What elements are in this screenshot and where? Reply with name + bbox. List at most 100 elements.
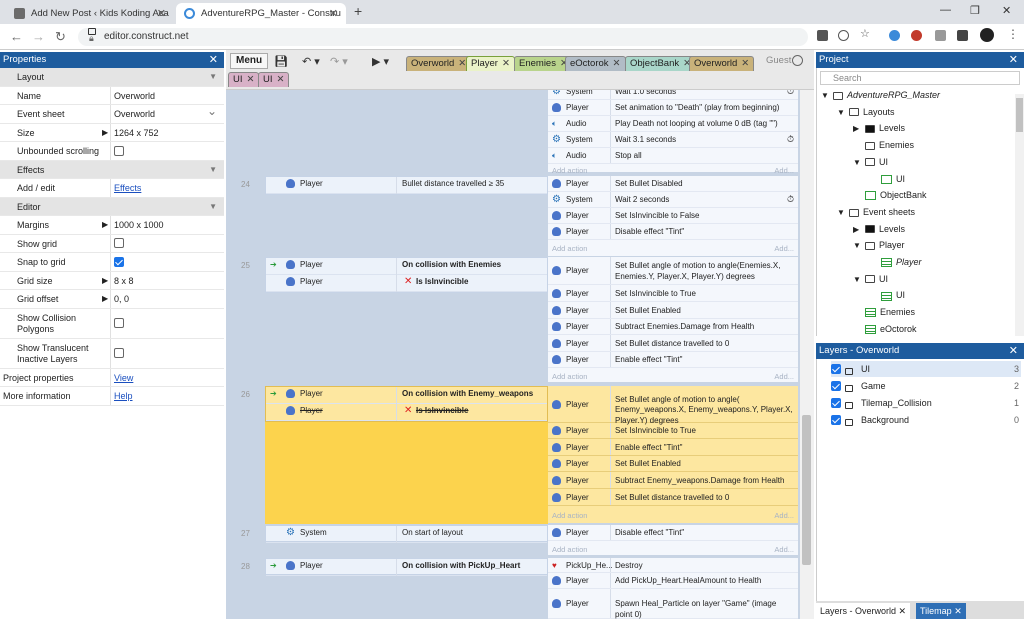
action-row[interactable]: Player Set IsInvincible to True (548, 423, 798, 439)
condition-row[interactable]: ➔ Player On collision with Enemies (266, 258, 547, 275)
add-action-link[interactable]: Add action (552, 242, 587, 256)
tree-arrow-icon[interactable]: ▼ (853, 156, 863, 170)
action-row[interactable]: Player Set Bullet angle of motion to angl… (548, 257, 798, 285)
property-row-16[interactable]: More information Help (0, 387, 224, 406)
action-row[interactable]: Player Enable effect "Tint" (548, 439, 798, 456)
expand-icon[interactable]: ▶ (102, 272, 108, 290)
extension-icon[interactable] (889, 30, 900, 41)
close-icon[interactable]: ✕ (1009, 343, 1018, 359)
address-bar[interactable]: 🔒︎ editor.construct.net (78, 28, 808, 46)
key-icon[interactable] (817, 30, 828, 41)
action-row[interactable]: Player Add PickUp_Heart.HealAmount to Hea… (548, 573, 798, 589)
close-icon[interactable]: ✕ (954, 606, 962, 616)
back-icon[interactable]: ← (10, 29, 23, 44)
layout-tab[interactable]: Overworld ✕ (406, 56, 472, 71)
layer-row[interactable]: UI 3 (831, 361, 1021, 377)
condition-row[interactable]: Player ✕ Is IsInvincible (266, 404, 547, 421)
action-row[interactable]: Player Subtract Enemy_weapons.Damage from… (548, 472, 798, 489)
new-tab-icon[interactable]: + (354, 3, 362, 19)
lock-icon[interactable] (845, 402, 853, 410)
condition-row[interactable]: Player ✕ Is IsInvincible (266, 275, 547, 292)
property-value[interactable]: Overworld (114, 105, 155, 123)
property-value[interactable]: Effects (114, 179, 141, 197)
tree-item[interactable]: ▼ UI (853, 272, 888, 287)
tree-item[interactable]: ▼ Event sheets (837, 205, 915, 220)
tree-item[interactable]: ▼ UI (853, 155, 888, 170)
condition-row[interactable]: ➔ Player On collision with Enemy_weapons (266, 387, 547, 404)
property-row-13[interactable]: Show Collision Polygons (0, 308, 224, 339)
tree-arrow-icon[interactable]: ▶ (853, 223, 863, 237)
close-icon[interactable]: ✕ (209, 52, 218, 68)
add-action-row[interactable]: Add action Add... (548, 370, 798, 383)
condition-row[interactable]: ➔ Player On collision with PickUp_Heart (266, 559, 547, 576)
checkbox[interactable] (114, 348, 124, 359)
tree-item[interactable]: Player (869, 255, 922, 269)
condition-row[interactable]: Player Bullet distance travelled ≥ 35 (266, 177, 547, 194)
tree-arrow-icon[interactable]: ▼ (853, 239, 863, 253)
browser-tab-active[interactable]: AdventureRPG_Master - Constru ✕ (176, 3, 346, 24)
tree-item[interactable]: ObjectBank (853, 188, 927, 202)
property-row-11[interactable]: Grid size ▶ 8 x 8 (0, 271, 224, 290)
layer-visible-checkbox[interactable] (831, 363, 841, 374)
property-row-1[interactable]: Name Overworld (0, 86, 224, 105)
close-icon[interactable]: ✕ (899, 606, 907, 616)
checkbox[interactable] (114, 145, 124, 156)
property-value[interactable]: View (114, 369, 133, 387)
condition-block[interactable]: Player Bullet distance travelled ≥ 35 (265, 176, 548, 195)
property-row-12[interactable]: Grid offset ▶ 0, 0 (0, 290, 224, 309)
browser-tab[interactable]: Add New Post ‹ Kids Koding Aca ✕ (6, 3, 174, 24)
tab-layers[interactable]: Layers - Overworld ✕ (816, 603, 911, 619)
close-icon[interactable]: ✕ (247, 74, 255, 85)
action-row[interactable]: Player Set Bullet Enabled (548, 302, 798, 319)
close-icon[interactable]: ✕ (741, 58, 749, 69)
property-row-4[interactable]: Unbounded scrolling (0, 142, 224, 161)
tab-tilemap[interactable]: Tilemap ✕ (916, 603, 966, 619)
action-row[interactable]: Player Set Bullet distance travelled to 0 (548, 489, 798, 506)
action-row[interactable]: ⚙ System Wait 1.0 seconds (548, 90, 798, 100)
close-icon[interactable]: ✕ (1009, 52, 1018, 68)
checkbox[interactable] (114, 256, 124, 267)
tree-item[interactable]: eOctorok (853, 322, 917, 336)
condition-block[interactable]: ➔ Player On collision with Enemies Player ✕ I… (265, 257, 548, 293)
property-value[interactable]: 8 x 8 (114, 272, 134, 290)
action-row[interactable]: Player Disable effect "Tint" (548, 224, 798, 240)
action-row[interactable]: Player Set Bullet distance travelled to 0 (548, 335, 798, 352)
tree-arrow-icon[interactable]: ▶ (853, 122, 863, 136)
property-value[interactable]: Help (114, 387, 133, 405)
property-row-3[interactable]: Size ▶ 1264 x 752 (0, 123, 224, 142)
expand-icon[interactable]: ▶ (102, 290, 108, 308)
tree-item[interactable]: ▼ AdventureRPG_Master (821, 88, 940, 103)
property-value[interactable]: 1000 x 1000 (114, 216, 164, 234)
action-row[interactable]: Player Set IsInvincible to True (548, 285, 798, 302)
extension-icon[interactable] (935, 30, 946, 41)
action-row[interactable]: ⚙ System Wait 2 seconds (548, 192, 798, 208)
add-more-link[interactable]: Add... (774, 509, 794, 523)
action-row[interactable]: 🔈︎ Audio Stop all (548, 148, 798, 164)
reload-icon[interactable]: ↻ (55, 29, 66, 45)
property-row-8[interactable]: Margins ▶ 1000 x 1000 (0, 216, 224, 235)
tree-item[interactable]: Enemies (853, 138, 914, 152)
tree-arrow-icon[interactable]: ▼ (837, 206, 847, 220)
property-row-10[interactable]: Snap to grid (0, 253, 224, 272)
action-row[interactable]: Player Set Bullet Disabled (548, 176, 798, 192)
add-action-row[interactable]: Add action Add... (548, 242, 798, 255)
property-row-2[interactable]: Event sheet Overworld ⌄ (0, 104, 224, 124)
star-icon[interactable]: ☆ (860, 27, 871, 40)
play-icon[interactable]: ▶ ▾ (372, 55, 389, 68)
add-action-row[interactable]: Add action Add... (548, 509, 798, 522)
add-action-link[interactable]: Add action (552, 543, 587, 557)
property-row-9[interactable]: Show grid (0, 234, 224, 253)
add-more-link[interactable]: Add... (774, 543, 794, 557)
expand-icon[interactable]: ▶ (102, 124, 108, 142)
add-action-row[interactable]: Add action Add... (548, 543, 798, 556)
close-icon[interactable]: ✕ (613, 58, 621, 69)
lock-icon[interactable] (845, 385, 853, 393)
collapse-icon[interactable]: ▼ (209, 198, 217, 216)
collapse-icon[interactable]: ▼ (209, 68, 217, 86)
close-icon[interactable]: ✕ (502, 58, 510, 69)
condition-block[interactable]: ⚙ System On start of layout (265, 525, 548, 543)
redo-icon[interactable]: ↷ ▾ (330, 55, 348, 68)
avatar[interactable] (980, 28, 994, 42)
add-action-link[interactable]: Add action (552, 370, 587, 384)
close-icon[interactable]: ✕ (277, 74, 285, 85)
